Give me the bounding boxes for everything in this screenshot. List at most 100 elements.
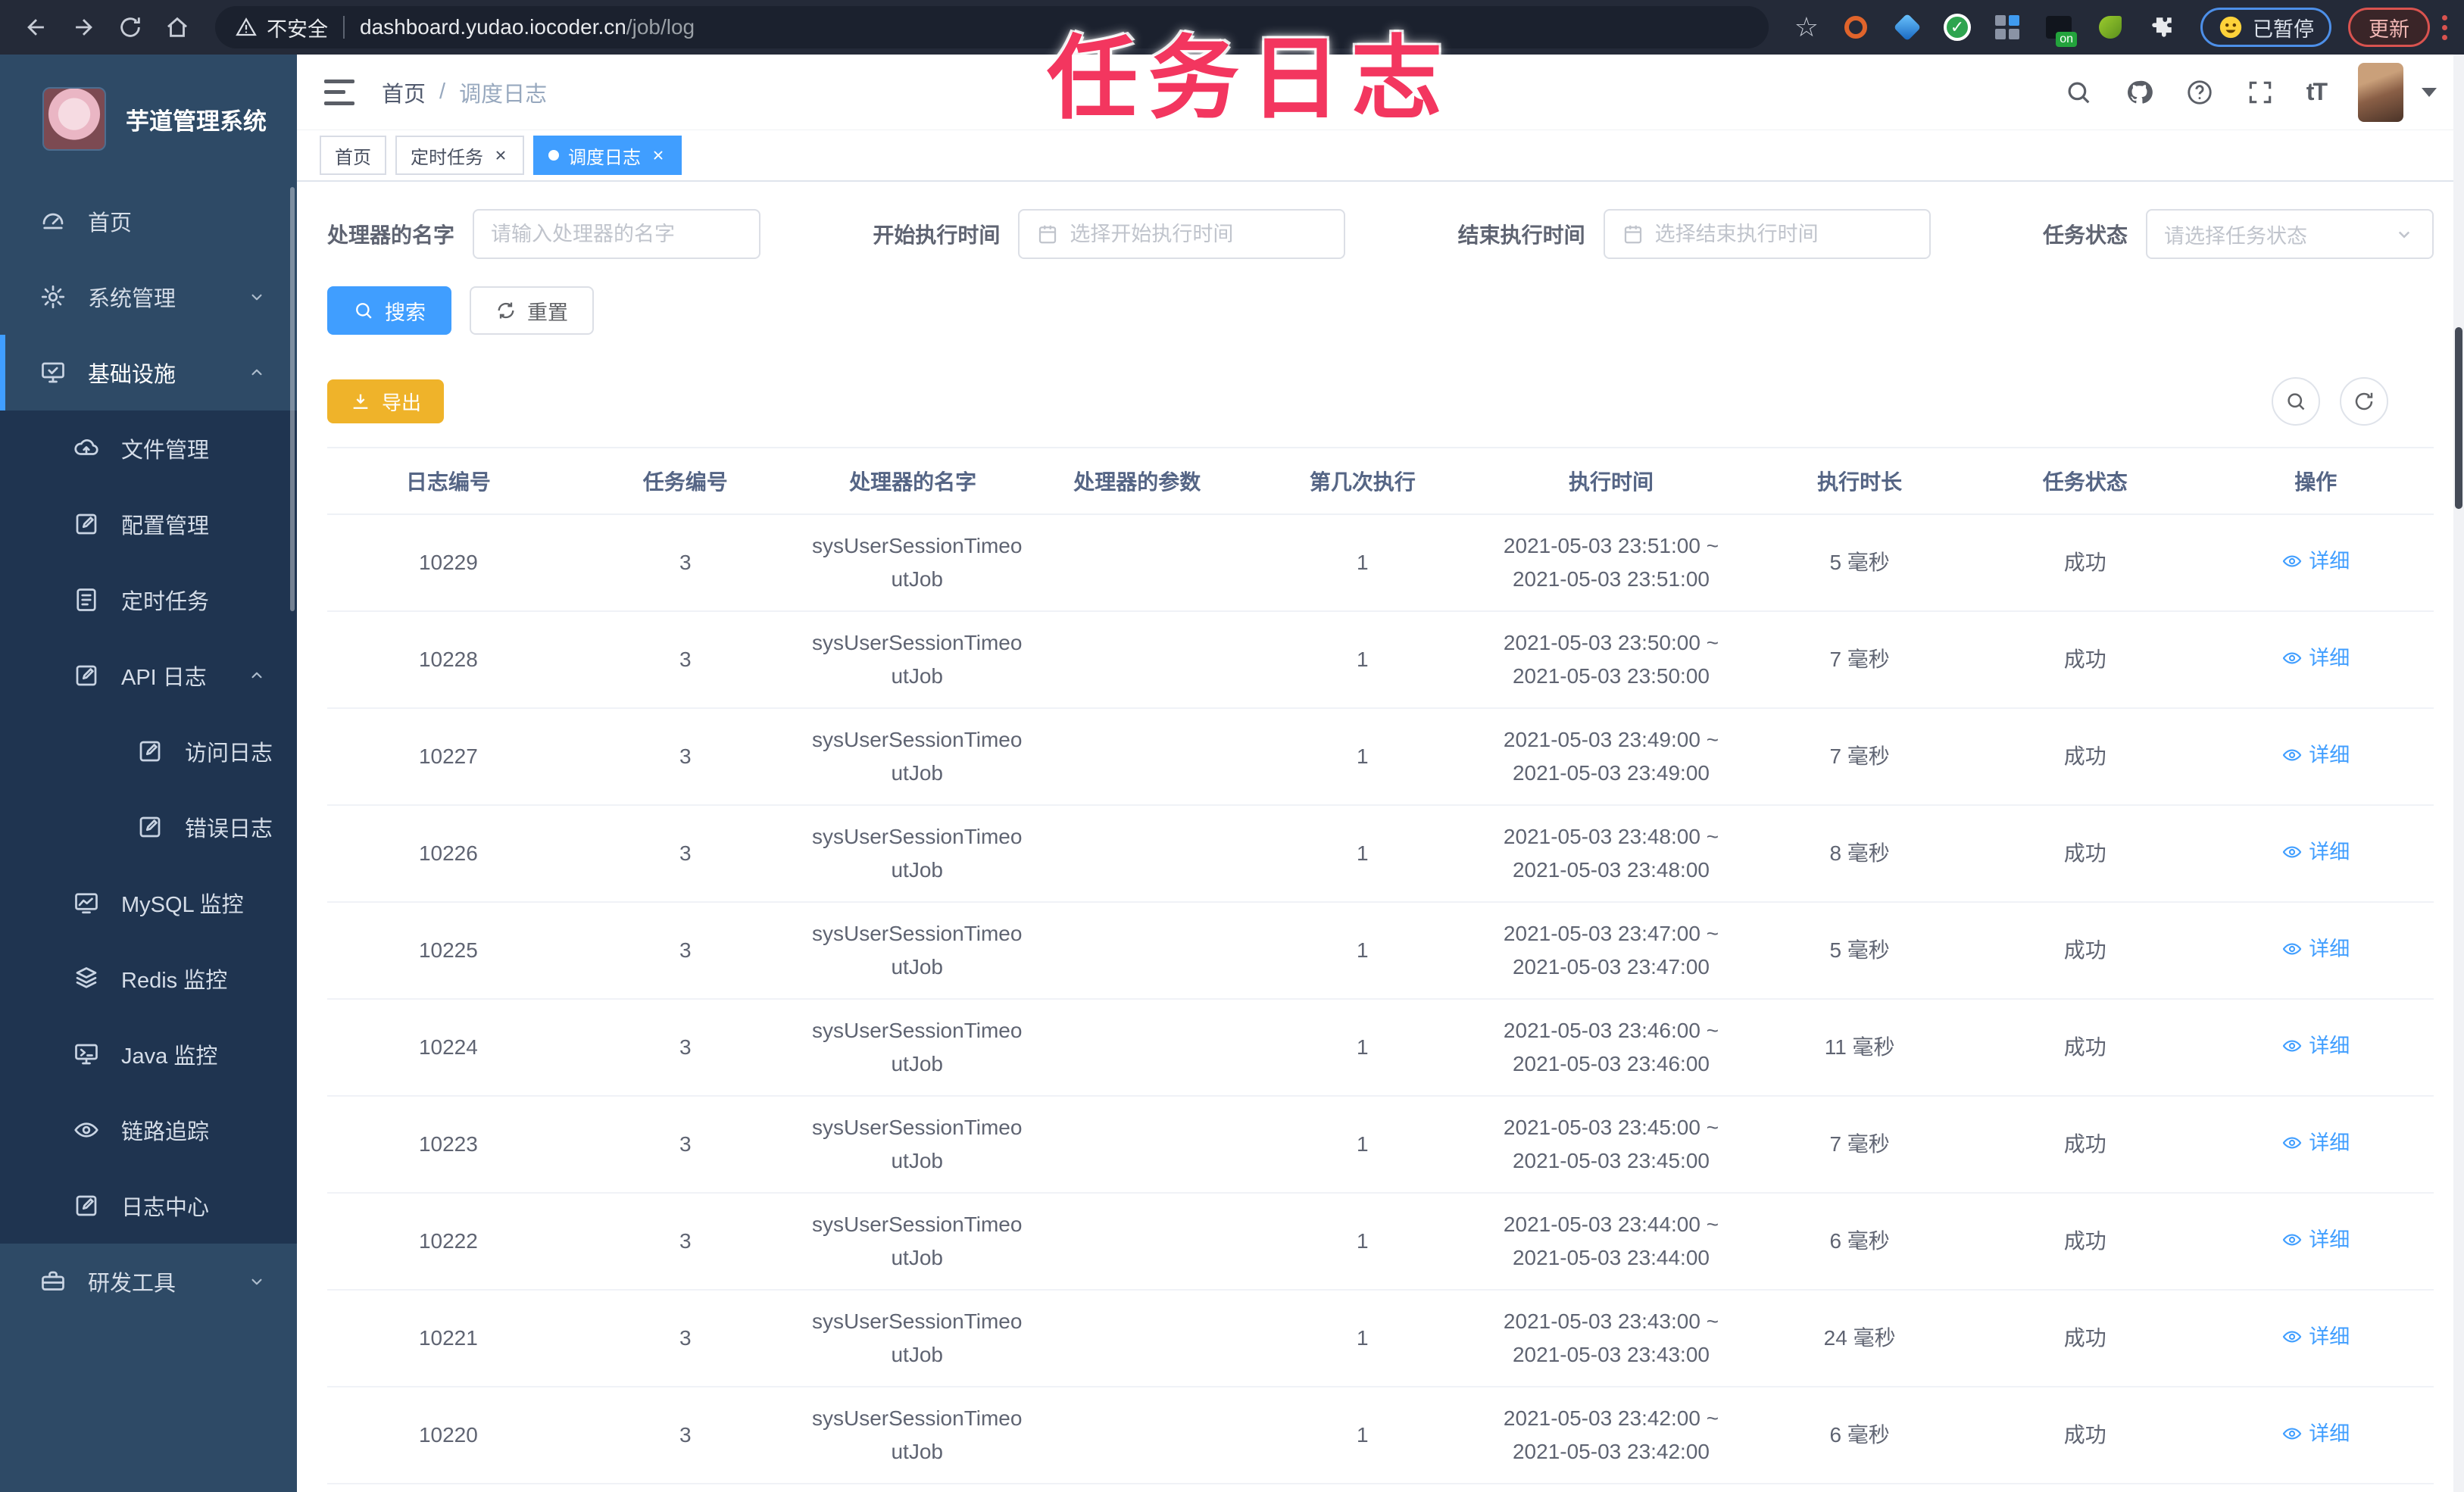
chevron-up-icon (247, 363, 267, 382)
sidebar-item-2[interactable]: 基础设施 (0, 335, 297, 410)
extension-icon-dark[interactable]: on (2044, 12, 2077, 47)
detail-link[interactable]: 详细 (2281, 641, 2350, 675)
tab-label: 定时任务 (411, 147, 483, 168)
update-button[interactable]: 更新 (2348, 8, 2430, 47)
extension-icon-leaf[interactable] (2095, 12, 2125, 42)
back-icon[interactable] (17, 8, 56, 47)
forward-icon[interactable] (64, 8, 103, 47)
sidebar-scrollbar[interactable] (290, 187, 295, 611)
table-row: 10224 3 sysUserSessionTimeoutJob 1 2021-05-0… (327, 999, 2434, 1097)
calendar-icon (1622, 223, 1644, 245)
detail-link[interactable]: 详细 (2281, 1126, 2350, 1160)
detail-link[interactable]: 详细 (2281, 1320, 2350, 1353)
cell-handler-name: sysUserSessionTimeoutJob (801, 1290, 1025, 1387)
detail-link[interactable]: 详细 (2281, 738, 2350, 772)
sidebar-item-0[interactable]: 首页 (0, 183, 297, 259)
extension-icon-check[interactable]: ✓ (1944, 14, 1971, 41)
page-scrollbar[interactable] (2453, 55, 2464, 1492)
doc-icon (73, 586, 100, 613)
sidebar-item-3[interactable]: 文件管理 (0, 410, 297, 486)
sidebar-item-label: 链路追踪 (121, 1120, 210, 1144)
cell-job-id: 3 (569, 1096, 801, 1194)
search-icon[interactable] (2064, 78, 2093, 107)
status-select[interactable]: 请选择任务状态 (2146, 209, 2434, 259)
cell-exec-time: 2021-05-03 23:46:00 ~2021-05-03 23:46:00 (1475, 999, 1747, 1097)
close-icon[interactable] (650, 147, 667, 164)
tab-0[interactable]: 首页 (320, 136, 386, 175)
cell-actions: 详细 (2197, 1387, 2434, 1484)
sidebar-item-8[interactable]: 错误日志 (0, 789, 297, 865)
scrollbar-thumb[interactable] (2455, 327, 2462, 509)
cell-actions: 详细 (2197, 611, 2434, 709)
detail-link-label: 详细 (2309, 1325, 2350, 1348)
sidebar-item-13[interactable]: 日志中心 (0, 1168, 297, 1244)
font-size-icon[interactable]: tT (2306, 78, 2328, 106)
sidebar-item-4[interactable]: 配置管理 (0, 486, 297, 562)
handler-input[interactable] (491, 222, 743, 246)
sidebar-item-7[interactable]: 访问日志 (0, 713, 297, 789)
tab-1[interactable]: 定时任务 (395, 136, 524, 175)
sidebar-item-11[interactable]: Java 监控 (0, 1016, 297, 1092)
help-icon[interactable] (2185, 78, 2214, 107)
app-title: 芋道管理系统 (126, 108, 267, 135)
github-icon[interactable] (2125, 78, 2153, 107)
cell-duration: 7 毫秒 (1747, 611, 1972, 709)
cell-job-id: 3 (569, 611, 801, 709)
sidebar-item-label: 基础设施 (88, 363, 176, 387)
logo-avatar (42, 87, 106, 151)
main-area: 首页 / 调度日志 tT 首页 定时任务 调度日志 处理器的名字 请输入处理器的… (297, 55, 2464, 1492)
cell-handler-param (1024, 902, 1251, 1000)
start-time-input[interactable] (1070, 222, 1328, 246)
extension-icon-gem[interactable] (1892, 12, 1922, 42)
hamburger-icon[interactable] (324, 79, 354, 105)
fullscreen-icon[interactable] (2246, 78, 2275, 107)
address-bar[interactable]: 不安全 dashboard.yudao.iocoder.cn /job/log (215, 6, 1769, 48)
close-icon[interactable] (492, 147, 509, 164)
detail-link[interactable]: 详细 (2281, 1029, 2350, 1063)
sidebar-item-9[interactable]: MySQL 监控 (0, 865, 297, 941)
bookmark-star-icon[interactable]: ☆ (1794, 11, 1819, 43)
search-button-label: 搜索 (385, 301, 426, 324)
cell-log-id: 10220 (327, 1387, 570, 1484)
detail-link[interactable]: 详细 (2281, 932, 2350, 966)
filter-end-time: 结束执行时间 (1458, 209, 1931, 259)
table-row: 10220 3 sysUserSessionTimeoutJob 1 2021-05-0… (327, 1387, 2434, 1484)
detail-link[interactable]: 详细 (2281, 545, 2350, 578)
user-menu-caret-icon[interactable] (2422, 87, 2437, 97)
sidebar-item-label: 错误日志 (185, 817, 273, 841)
java-icon (73, 1041, 100, 1068)
home-icon[interactable] (158, 8, 197, 47)
end-time-input[interactable] (1654, 222, 1913, 246)
export-button[interactable]: 导出 (327, 379, 445, 423)
detail-link[interactable]: 详细 (2281, 1223, 2350, 1256)
tab-2[interactable]: 调度日志 (533, 136, 682, 175)
toggle-search-button[interactable] (2272, 377, 2320, 426)
sidebar-item-10[interactable]: Redis 监控 (0, 941, 297, 1016)
paused-extension-pill[interactable]: 已暂停 (2200, 8, 2331, 47)
sidebar-item-5[interactable]: 定时任务 (0, 562, 297, 638)
cell-status: 成功 (1972, 1290, 2198, 1387)
refresh-icon (498, 302, 514, 319)
cell-exec-time: 2021-05-03 23:51:00 ~2021-05-03 23:51:00 (1475, 514, 1747, 612)
sidebar-item-12[interactable]: 链路追踪 (0, 1092, 297, 1168)
calendar-icon (1036, 223, 1059, 245)
browser-menu-icon[interactable] (2442, 14, 2447, 40)
detail-link[interactable]: 详细 (2281, 835, 2350, 869)
extension-icon-puzzle[interactable] (2147, 12, 2177, 42)
chart-icon (73, 889, 100, 916)
sidebar-item-1[interactable]: 系统管理 (0, 259, 297, 335)
detail-link[interactable]: 详细 (2281, 1417, 2350, 1450)
dashboard-icon (39, 208, 67, 235)
logo-row[interactable]: 芋道管理系统 (0, 55, 297, 183)
user-avatar[interactable] (2358, 62, 2403, 122)
sidebar-item-6[interactable]: API 日志 (0, 638, 297, 713)
extension-icon-ring[interactable] (1841, 12, 1871, 42)
active-tab-dot (548, 150, 559, 161)
extension-icon-grid[interactable] (1992, 12, 2022, 42)
reset-button[interactable]: 重置 (470, 286, 594, 335)
refresh-table-button[interactable] (2340, 377, 2388, 426)
reload-icon[interactable] (111, 8, 150, 47)
search-button[interactable]: 搜索 (327, 286, 451, 335)
sidebar-item-14[interactable]: 研发工具 (0, 1244, 297, 1319)
breadcrumb-home[interactable]: 首页 (382, 76, 426, 108)
